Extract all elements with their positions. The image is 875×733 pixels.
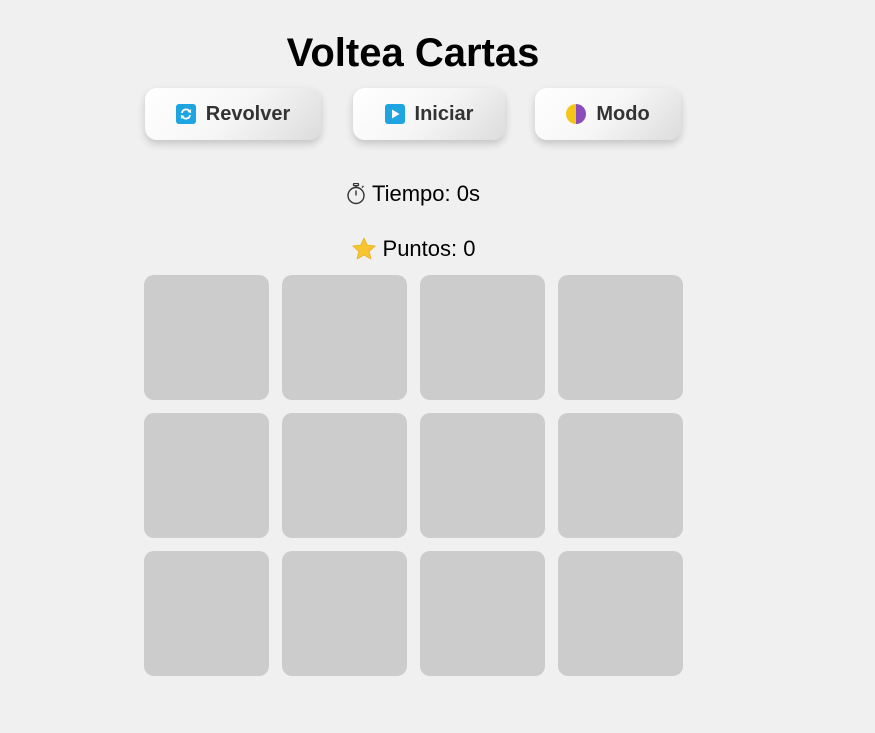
points-label: Puntos: 0 — [382, 236, 476, 261]
card-face-down[interactable] — [558, 551, 683, 676]
page-title: Voltea Cartas — [286, 31, 540, 75]
card-face-down[interactable] — [144, 275, 269, 400]
memory-game-app: Voltea Cartas Revolver Iniciar Modo Tiem… — [0, 0, 875, 733]
card-face-down[interactable] — [558, 275, 683, 400]
timer-label: Tiempo: 0s — [371, 181, 480, 206]
start-button-label: Iniciar — [414, 102, 474, 125]
card-face-down[interactable] — [144, 551, 269, 676]
card-face-down[interactable] — [420, 551, 545, 676]
stopwatch-icon — [346, 183, 366, 205]
points-display: Puntos: 0 — [0, 235, 826, 263]
card-grid — [144, 275, 683, 676]
card-face-down[interactable] — [144, 413, 269, 538]
shuffle-button[interactable]: Revolver — [145, 88, 321, 140]
star-icon — [351, 237, 377, 261]
card-face-down[interactable] — [282, 551, 407, 676]
start-button[interactable]: Iniciar — [353, 88, 505, 140]
shuffle-icon — [175, 104, 196, 124]
timer-display: Tiempo: 0s — [0, 180, 826, 208]
mode-button[interactable]: Modo — [535, 88, 681, 140]
card-face-down[interactable] — [282, 275, 407, 400]
card-face-down[interactable] — [558, 413, 683, 538]
shuffle-button-label: Revolver — [205, 102, 291, 125]
card-face-down[interactable] — [420, 413, 545, 538]
play-icon — [384, 104, 405, 124]
mode-button-label: Modo — [596, 102, 650, 125]
contrast-icon — [566, 104, 587, 124]
card-face-down[interactable] — [282, 413, 407, 538]
card-face-down[interactable] — [420, 275, 545, 400]
